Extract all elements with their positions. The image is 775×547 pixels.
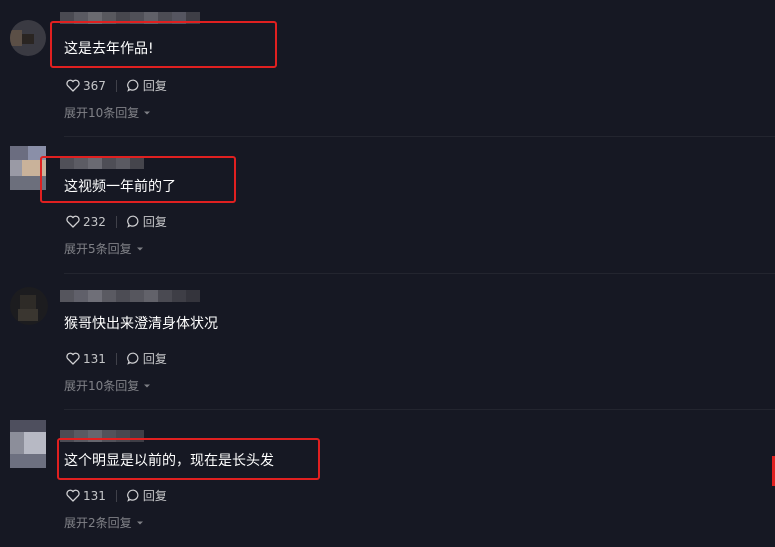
caret-down-icon xyxy=(144,111,151,114)
comment-text: 猴哥快出来澄清身体状况 xyxy=(64,316,218,332)
caret-down-icon xyxy=(136,247,143,250)
comment-item: 这视频一年前的了 232 回复 展开5条回复 xyxy=(0,137,775,274)
like-count: 131 xyxy=(83,351,106,366)
reply-label: 回复 xyxy=(142,79,167,93)
heart-outline-icon xyxy=(66,215,80,228)
reply-label: 回复 xyxy=(142,215,167,229)
expand-replies-label: 展开10条回复 xyxy=(64,379,140,393)
comment-item: 这个明显是以前的，现在是长头发 131 回复 展开2条回复 xyxy=(0,410,775,547)
highlight-box xyxy=(57,438,320,480)
like-button[interactable]: 367 xyxy=(66,79,106,93)
comment-actions: 367 回复 xyxy=(66,77,167,94)
expand-replies-button[interactable]: 展开5条回复 xyxy=(64,240,144,257)
divider xyxy=(115,215,117,228)
heart-outline-icon xyxy=(66,489,80,502)
divider xyxy=(115,79,117,92)
reply-label: 回复 xyxy=(142,352,167,366)
expand-replies-button[interactable]: 展开10条回复 xyxy=(64,377,151,394)
like-button[interactable]: 131 xyxy=(66,489,106,503)
avatar[interactable] xyxy=(10,20,46,56)
reply-button[interactable]: 回复 xyxy=(127,350,167,367)
expand-replies-label: 展开10条回复 xyxy=(64,106,140,120)
highlight-box xyxy=(50,21,277,68)
reply-button[interactable]: 回复 xyxy=(127,213,167,230)
speech-bubble-icon xyxy=(127,215,139,228)
reply-label: 回复 xyxy=(142,489,167,503)
speech-bubble-icon xyxy=(127,352,139,365)
divider xyxy=(115,352,117,365)
expand-replies-label: 展开2条回复 xyxy=(64,516,132,530)
speech-bubble-icon xyxy=(127,79,139,92)
avatar[interactable] xyxy=(10,420,46,468)
expand-replies-button[interactable]: 展开10条回复 xyxy=(64,104,151,121)
heart-outline-icon xyxy=(66,352,80,365)
reply-button[interactable]: 回复 xyxy=(127,487,167,504)
heart-outline-icon xyxy=(66,79,80,92)
comment-actions: 131 回复 xyxy=(66,350,167,367)
like-button[interactable]: 232 xyxy=(66,215,106,229)
caret-down-icon xyxy=(136,521,143,524)
like-count: 131 xyxy=(83,488,106,503)
comment-actions: 232 回复 xyxy=(66,213,167,230)
like-button[interactable]: 131 xyxy=(66,352,106,366)
comment-item: 猴哥快出来澄清身体状况 131 回复 展开10条回复 xyxy=(0,273,775,410)
caret-down-icon xyxy=(144,384,151,387)
username-pixelated[interactable] xyxy=(60,290,200,302)
expand-replies-label: 展开5条回复 xyxy=(64,242,132,256)
reply-button[interactable]: 回复 xyxy=(127,77,167,94)
highlight-box xyxy=(40,156,236,203)
like-count: 232 xyxy=(83,214,106,229)
divider xyxy=(115,489,117,502)
comment-actions: 131 回复 xyxy=(66,487,167,504)
expand-replies-button[interactable]: 展开2条回复 xyxy=(64,514,144,531)
comment-item: 这是去年作品! 367 回复 展开10条回复 xyxy=(0,0,775,137)
avatar[interactable] xyxy=(10,287,48,325)
like-count: 367 xyxy=(83,78,106,93)
speech-bubble-icon xyxy=(127,489,139,502)
